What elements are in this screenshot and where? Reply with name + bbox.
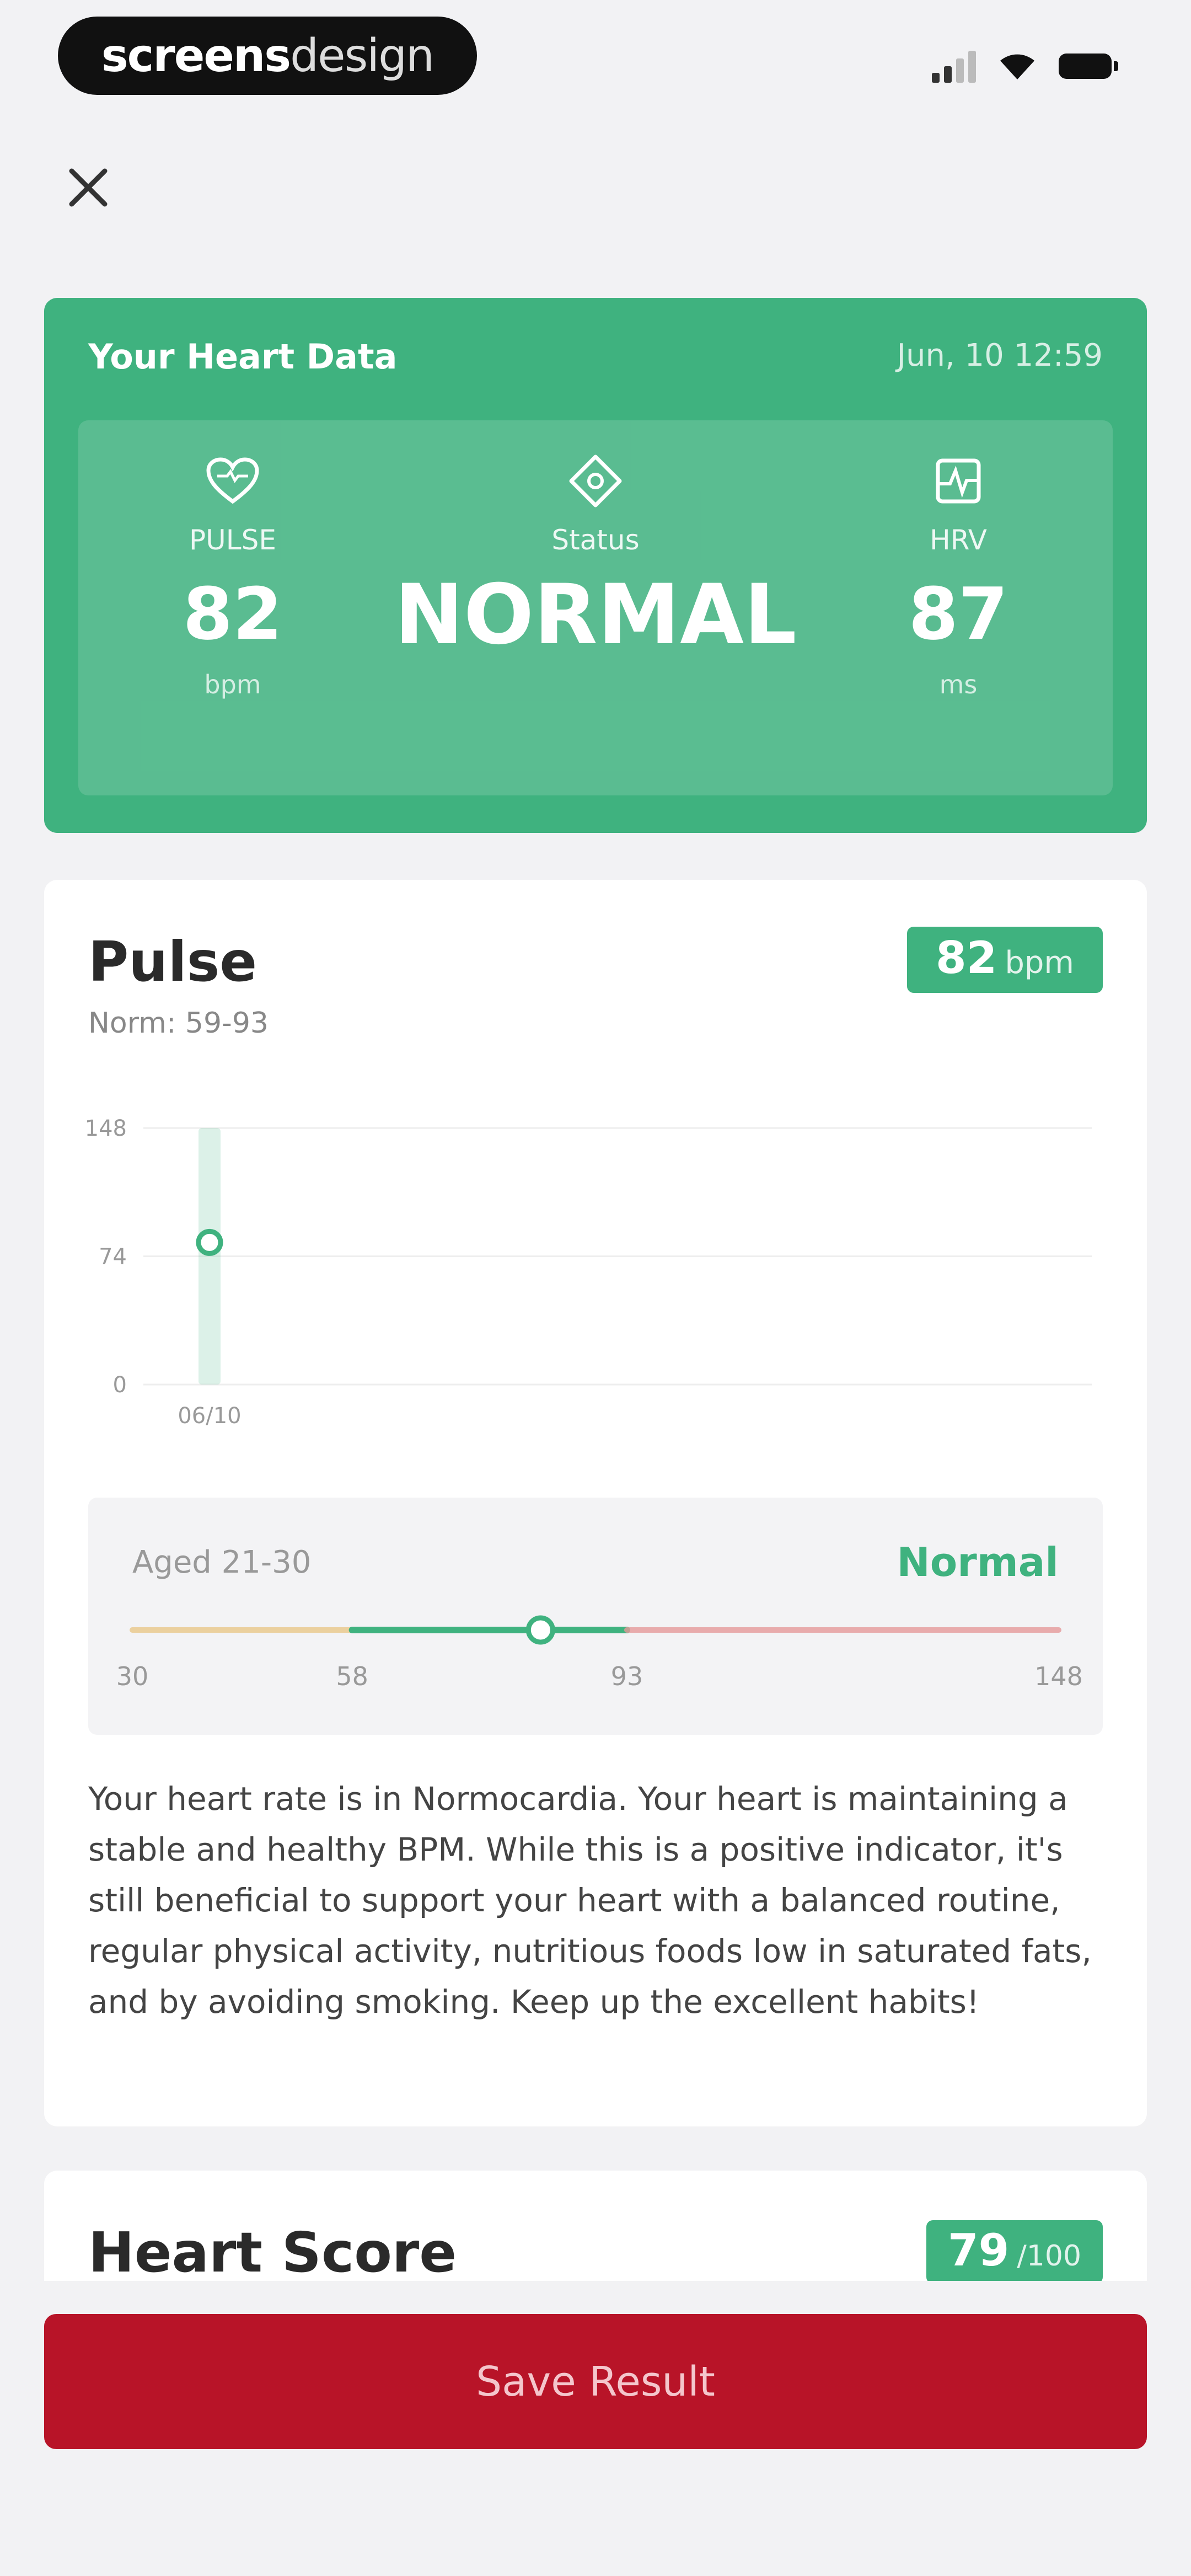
battery-icon <box>1059 54 1119 79</box>
hrv-value: 87 <box>908 572 1008 656</box>
status-label: Status <box>551 524 640 556</box>
status-icon <box>569 455 622 507</box>
system-icons <box>932 47 1119 85</box>
pulse-badge-value: 82 <box>936 932 997 984</box>
status-value: NORMAL <box>394 567 797 663</box>
heart-score-badge: 79 /100 <box>926 2220 1103 2284</box>
x-tick-label: 06/10 <box>178 1403 241 1429</box>
close-icon <box>69 168 108 207</box>
heart-score-value: 79 <box>947 2225 1010 2276</box>
signal-icon <box>932 50 976 83</box>
pulse-value: 82 <box>183 572 283 656</box>
heart-data-title: Your Heart Data <box>88 336 398 377</box>
pulse-range-box: Aged 21-30 Normal 30 58 93 148 <box>88 1498 1103 1735</box>
heart-icon <box>206 457 259 504</box>
save-result-button[interactable]: Save Result <box>44 2314 1147 2449</box>
hrv-unit: ms <box>939 670 978 699</box>
pulse-unit: bpm <box>204 670 261 699</box>
heart-score-unit: /100 <box>1017 2240 1082 2273</box>
heart-data-date: Jun, 10 12:59 <box>897 338 1103 373</box>
pulse-data-point <box>196 1228 223 1256</box>
status-bar: screens design <box>0 0 1191 121</box>
pulse-description: Your heart rate is in Normocardia. Your … <box>88 1780 1092 2021</box>
range-tick-label: 93 <box>611 1661 643 1691</box>
heart-metrics-panel: PULSE 82 bpm Status NORMAL HRV 87 ms <box>78 420 1113 795</box>
brand-logo-bold: screens <box>101 29 291 82</box>
pulse-norm: Norm: 59-93 <box>88 1007 269 1040</box>
pulse-chart: 148 74 0 06/10 <box>85 1116 1092 1429</box>
y-tick-label: 74 <box>99 1244 127 1270</box>
pulse-badge-unit: bpm <box>1005 945 1074 981</box>
status-metric: Status NORMAL <box>375 453 816 656</box>
hrv-icon <box>936 458 981 504</box>
range-tick-label: 148 <box>1034 1661 1083 1691</box>
close-button[interactable] <box>61 160 116 215</box>
range-tick-label: 58 <box>336 1661 368 1691</box>
brand-logo: screens design <box>58 17 477 95</box>
hrv-metric: HRV 87 ms <box>859 453 1058 699</box>
brand-logo-light: design <box>290 29 434 82</box>
y-tick-label: 0 <box>113 1372 127 1398</box>
pulse-card: Pulse Norm: 59-93 82 bpm 148 74 0 06/10 Age… <box>44 880 1147 2126</box>
pulse-label: PULSE <box>189 524 276 556</box>
range-tick-label: 30 <box>116 1661 149 1691</box>
y-tick-label: 148 <box>85 1116 127 1141</box>
heart-data-card: Your Heart Data Jun, 10 12:59 PULSE 82 b… <box>44 298 1147 833</box>
pulse-metric: PULSE 82 bpm <box>133 453 332 699</box>
pulse-badge: 82 bpm <box>907 927 1103 993</box>
range-indicator <box>525 1615 555 1645</box>
range-scale: 30 58 93 148 <box>116 1615 1083 1691</box>
pulse-range-bar <box>198 1128 221 1385</box>
hrv-label: HRV <box>930 524 987 556</box>
pulse-title: Pulse <box>88 929 257 994</box>
wifi-icon <box>1000 54 1034 79</box>
heart-score-title: Heart Score <box>88 2220 457 2285</box>
